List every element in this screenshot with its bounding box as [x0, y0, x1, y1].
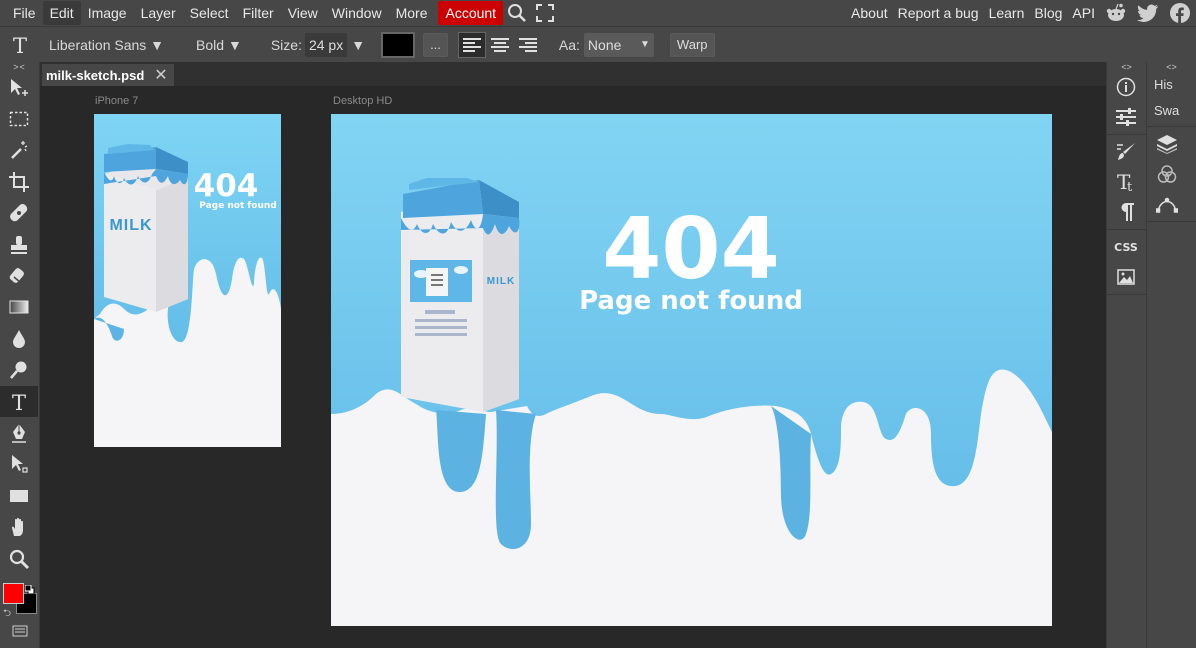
- close-tab-icon[interactable]: ✕: [154, 65, 167, 85]
- reddit-icon[interactable]: [1100, 1, 1132, 25]
- svg-text:Page not found: Page not found: [199, 201, 277, 211]
- learn-link[interactable]: Learn: [984, 1, 1030, 25]
- desktop-artboard-art: MILK 404 Page not found: [331, 114, 1052, 626]
- blur-icon[interactable]: [0, 323, 38, 354]
- svg-text:t: t: [1127, 180, 1133, 193]
- mobile-artboard-art: MILK 404 Page not found: [94, 114, 281, 447]
- right-tool-dock: <> Tt CSS: [1106, 62, 1146, 648]
- menu-image[interactable]: Image: [81, 1, 134, 25]
- api-link[interactable]: API: [1067, 1, 1100, 25]
- font-style-select[interactable]: Bold ▼: [196, 37, 242, 53]
- tools-panel: >< T ⮌: [0, 62, 40, 648]
- align-center-icon[interactable]: [486, 32, 514, 58]
- magic-wand-icon[interactable]: [0, 135, 38, 166]
- right-panel-dock: <> His Swa: [1146, 62, 1196, 648]
- aa-label: Aa:: [558, 36, 580, 53]
- menu-filter[interactable]: Filter: [236, 1, 281, 25]
- menu-select[interactable]: Select: [183, 1, 236, 25]
- path-select-icon[interactable]: [0, 449, 38, 480]
- options-bar: T Liberation Sans ▼ Bold ▼ Size: 24 px ▼…: [0, 26, 1196, 62]
- reset-colors-icon[interactable]: [24, 582, 35, 595]
- artboard-label-mobile: iPhone 7: [95, 95, 139, 107]
- document-tabs: milk-sketch.psd ✕: [40, 62, 1106, 86]
- svg-text:404: 404: [602, 200, 779, 299]
- artboard-label-desktop: Desktop HD: [333, 95, 393, 107]
- foreground-color-swatch[interactable]: [3, 583, 24, 604]
- brush-icon[interactable]: [1107, 137, 1145, 167]
- artboard-mobile[interactable]: MILK 404 Page not found: [94, 114, 281, 447]
- about-link[interactable]: About: [846, 1, 893, 25]
- color-swatches: ⮌: [3, 580, 39, 620]
- shape-icon[interactable]: [0, 480, 38, 511]
- color-swatch[interactable]: [381, 31, 416, 58]
- marquee-tool-icon[interactable]: [0, 103, 38, 134]
- blog-link[interactable]: Blog: [1029, 1, 1067, 25]
- paragraph-icon[interactable]: [1107, 197, 1145, 227]
- svg-text:T: T: [12, 391, 26, 413]
- quick-mask-icon[interactable]: [12, 624, 28, 640]
- channels-icon[interactable]: [1147, 159, 1187, 189]
- crop-icon[interactable]: [0, 166, 38, 197]
- info-icon[interactable]: [1107, 72, 1145, 102]
- swap-colors-icon[interactable]: ⮌: [3, 606, 11, 623]
- font-family-select[interactable]: Liberation Sans ▼: [49, 37, 164, 53]
- size-label: Size:: [270, 36, 302, 53]
- desktop-milk-carton: MILK: [401, 178, 520, 412]
- menu-layer[interactable]: Layer: [134, 1, 183, 25]
- canvas-workspace[interactable]: iPhone 7 Desktop HD MILK 404 Page not fo…: [40, 86, 1106, 648]
- twitter-icon[interactable]: [1132, 1, 1164, 25]
- svg-text:MILK: MILK: [487, 276, 515, 287]
- move-tool-icon[interactable]: [0, 72, 38, 103]
- layers-icon[interactable]: [1147, 129, 1187, 159]
- healing-icon[interactable]: [0, 198, 38, 229]
- document-tab[interactable]: milk-sketch.psd ✕: [42, 64, 174, 86]
- antialias-select[interactable]: None ▼: [583, 32, 654, 57]
- pen-icon[interactable]: [0, 417, 38, 448]
- mobile-milk-carton: MILK: [104, 144, 188, 312]
- facebook-icon[interactable]: [1164, 1, 1196, 25]
- type-tool-icon[interactable]: T: [0, 385, 38, 418]
- image-icon[interactable]: [1107, 262, 1145, 292]
- swatches-panel-tab[interactable]: Swa: [1147, 98, 1196, 124]
- char-icon[interactable]: Tt: [1107, 167, 1145, 197]
- align-right-icon[interactable]: [514, 32, 542, 58]
- stamp-icon[interactable]: [0, 229, 38, 260]
- collapse-toggle[interactable]: ><: [0, 62, 39, 72]
- size-dropdown-icon[interactable]: ▼: [351, 37, 365, 53]
- align-left-icon[interactable]: [457, 31, 486, 58]
- eraser-icon[interactable]: [0, 260, 38, 291]
- menu-file[interactable]: File: [6, 1, 43, 25]
- size-input[interactable]: 24 px: [304, 32, 348, 57]
- paths-icon[interactable]: [1147, 189, 1187, 219]
- artboard-desktop[interactable]: MILK 404 Page not found: [331, 114, 1052, 626]
- svg-text:404: 404: [194, 168, 259, 204]
- menu-edit[interactable]: Edit: [42, 1, 81, 25]
- more-options-button[interactable]: ...: [423, 32, 448, 57]
- menu-more[interactable]: More: [389, 1, 435, 25]
- warp-button[interactable]: Warp: [669, 32, 715, 57]
- report-bug-link[interactable]: Report a bug: [893, 1, 984, 25]
- adjust-icon[interactable]: [1107, 102, 1145, 132]
- menu-bar: File Edit Image Layer Select Filter View…: [0, 0, 1196, 26]
- fullscreen-icon[interactable]: [531, 1, 559, 25]
- menu-view[interactable]: View: [281, 1, 325, 25]
- document-tab-label: milk-sketch.psd: [46, 67, 145, 83]
- account-button[interactable]: Account: [438, 1, 504, 25]
- svg-text:T: T: [13, 35, 27, 55]
- dock-collapse-toggle[interactable]: <>: [1107, 62, 1146, 72]
- dodge-icon[interactable]: [0, 355, 38, 386]
- gradient-icon[interactable]: [0, 292, 38, 323]
- type-tool-indicator-icon: T: [0, 28, 40, 62]
- zoom-icon[interactable]: [0, 543, 38, 574]
- menu-right: About Report a bug Learn Blog API: [846, 0, 1196, 26]
- menu-window[interactable]: Window: [325, 1, 389, 25]
- css-icon[interactable]: CSS: [1107, 232, 1145, 262]
- panel-collapse-toggle[interactable]: <>: [1147, 62, 1196, 72]
- hand-icon[interactable]: [0, 511, 38, 542]
- svg-text:Page not found: Page not found: [579, 286, 803, 316]
- search-icon[interactable]: [503, 1, 531, 25]
- history-panel-tab[interactable]: His: [1147, 72, 1196, 98]
- svg-text:MILK: MILK: [109, 217, 152, 234]
